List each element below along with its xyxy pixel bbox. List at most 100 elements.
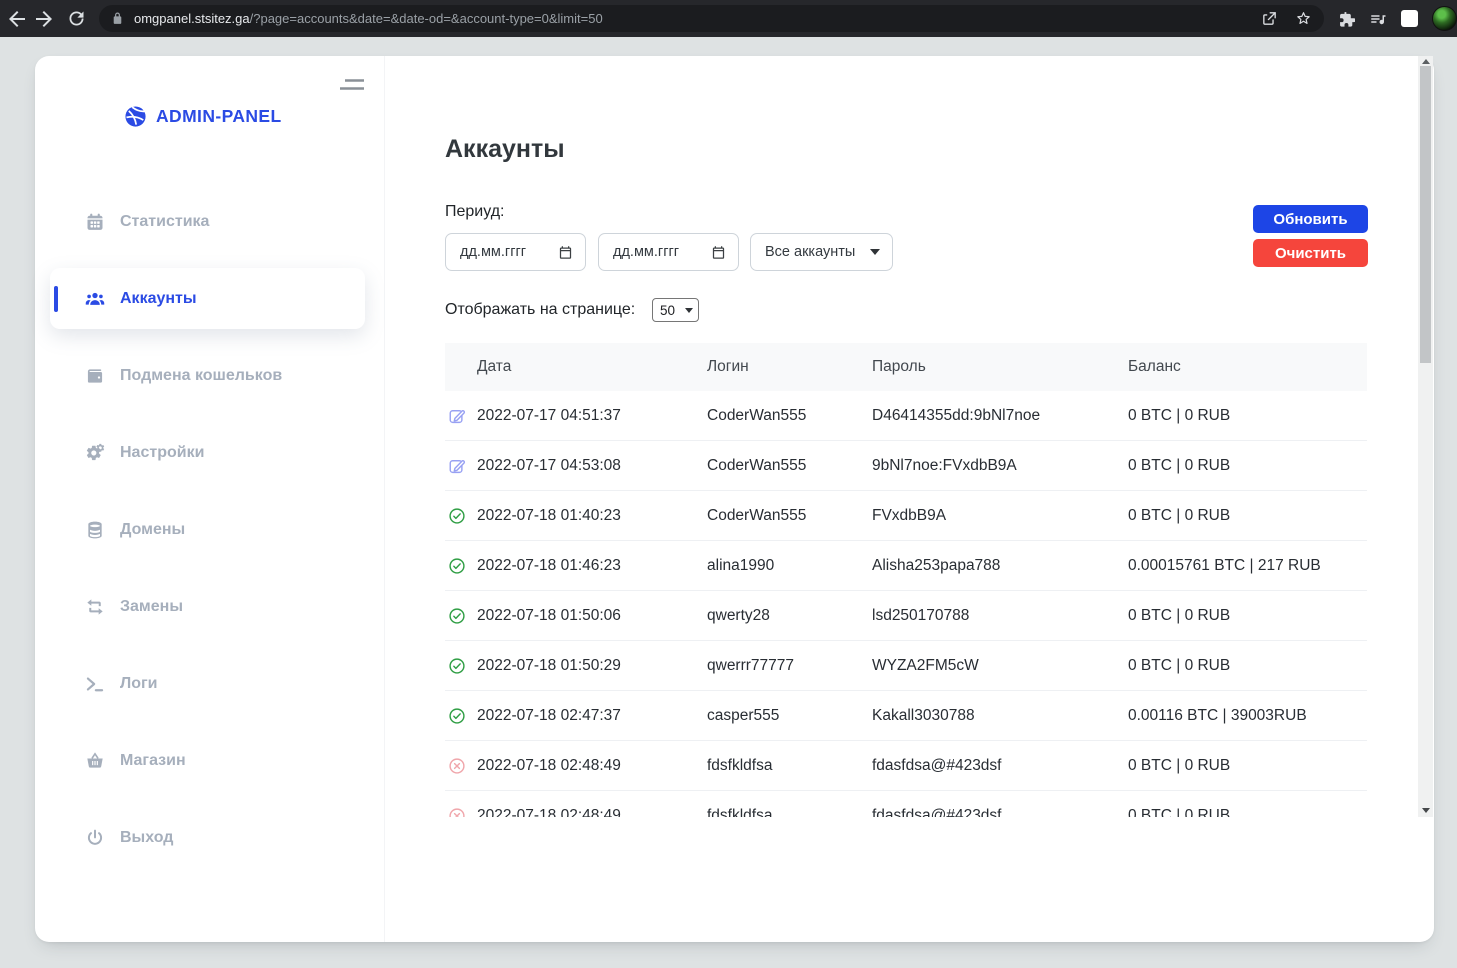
account-type-value: Все аккаунты	[765, 244, 855, 260]
sidebar-item-label: Настройки	[120, 444, 204, 462]
cell-date: 2022-07-17 04:51:37	[477, 407, 707, 425]
page-title: Аккаунты	[445, 135, 565, 164]
sidebar-item-label: Логи	[120, 675, 158, 693]
cell-date: 2022-07-18 02:47:37	[477, 707, 707, 725]
column-header: Пароль	[872, 358, 1128, 376]
cell-login: fdsfkldfsa	[707, 807, 872, 818]
calendar-picker-icon[interactable]	[558, 245, 573, 260]
extensions-puzzle-icon[interactable]	[1337, 10, 1355, 28]
scroll-up-arrow-icon[interactable]	[1422, 59, 1430, 64]
cell-login: alina1990	[707, 557, 872, 575]
cell-password: Alisha253papa788	[872, 557, 1128, 575]
check-circle-icon	[448, 657, 466, 675]
cell-balance: 0 BTC | 0 RUB	[1128, 457, 1367, 475]
back-icon[interactable]	[5, 7, 29, 31]
table-row: 2022-07-17 04:51:37 CoderWan555 D4641435…	[445, 391, 1367, 441]
cell-login: qwerty28	[707, 607, 872, 625]
basket-icon	[85, 751, 105, 771]
cell-password: lsd250170788	[872, 607, 1128, 625]
scrollbar-thumb[interactable]	[1420, 66, 1431, 363]
calendar-icon	[85, 212, 105, 232]
refresh-button[interactable]: Обновить	[1253, 205, 1368, 233]
url-bar[interactable]: omgpanel.stsitez.ga/?page=accounts&date=…	[99, 5, 1324, 32]
sidebar-item-label: Замены	[120, 598, 183, 616]
reload-icon[interactable]	[66, 8, 87, 29]
check-circle-icon	[448, 607, 466, 625]
share-icon[interactable]	[1261, 10, 1278, 27]
cell-password: WYZA2FM5cW	[872, 657, 1128, 675]
table-row: 2022-07-18 01:40:23 CoderWan555 FVxdbB9A…	[445, 491, 1367, 541]
table-header: ДатаЛогинПарольБаланс	[445, 343, 1367, 391]
cell-balance: 0.00116 BTC | 39003RUB	[1128, 707, 1367, 725]
sidebar-item-settings[interactable]: Настройки	[35, 414, 384, 491]
cell-balance: 0 BTC | 0 RUB	[1128, 757, 1367, 775]
cell-password: 9bNl7noe:FVxdbB9A	[872, 457, 1128, 475]
cell-login: CoderWan555	[707, 507, 872, 525]
cell-login: CoderWan555	[707, 457, 872, 475]
sidebar-item-label: Аккаунты	[120, 290, 197, 308]
sidebar-item-logout[interactable]: Выход	[35, 799, 384, 876]
main-content: Аккаунты Периуд: дд.мм.гггг дд.мм.гггг В…	[385, 56, 1418, 817]
forward-icon[interactable]	[32, 7, 56, 31]
brand-name: ADMIN-PANEL	[156, 106, 282, 127]
gears-icon	[85, 443, 105, 463]
cell-balance: 0 BTC | 0 RUB	[1128, 807, 1367, 818]
cell-balance: 0 BTC | 0 RUB	[1128, 607, 1367, 625]
clear-button[interactable]: Очистить	[1253, 239, 1368, 267]
power-icon	[85, 828, 105, 848]
column-header: Баланс	[1128, 358, 1367, 376]
cross-circle-icon	[448, 807, 466, 818]
per-page-select[interactable]: 50	[652, 298, 699, 322]
sidebar-item-label: Подмена кошельков	[120, 367, 282, 385]
per-page-value: 50	[660, 303, 675, 318]
cell-balance: 0 BTC | 0 RUB	[1128, 507, 1367, 525]
sidebar-item-label: Домены	[120, 521, 185, 539]
sidebar-item-logs[interactable]: Логи	[35, 645, 384, 722]
sidebar-item-replacements[interactable]: Замены	[35, 568, 384, 645]
media-playlist-icon[interactable]	[1369, 10, 1387, 28]
sidebar-item-label: Магазин	[120, 752, 186, 770]
table-row: 2022-07-18 01:46:23 alina1990 Alisha253p…	[445, 541, 1367, 591]
users-group-icon	[85, 289, 105, 309]
cell-balance: 0 BTC | 0 RUB	[1128, 407, 1367, 425]
edit-icon[interactable]	[448, 407, 466, 425]
table-row: 2022-07-17 04:53:08 CoderWan555 9bNl7noe…	[445, 441, 1367, 491]
account-type-select[interactable]: Все аккаунты	[750, 233, 893, 271]
cell-password: Kakall3030788	[872, 707, 1128, 725]
date-placeholder: дд.мм.гггг	[613, 244, 679, 260]
sidebar-item-wallet-substitution[interactable]: Подмена кошельков	[35, 337, 384, 414]
swap-arrows-icon	[85, 597, 105, 617]
scroll-down-arrow-icon[interactable]	[1422, 808, 1430, 813]
side-panel-icon[interactable]	[1401, 10, 1418, 27]
table-body: 2022-07-17 04:51:37 CoderWan555 D4641435…	[445, 391, 1367, 817]
cell-password: fdasfdsa@#423dsf	[872, 757, 1128, 775]
cell-date: 2022-07-17 04:53:08	[477, 457, 707, 475]
terminal-icon	[85, 674, 105, 694]
table-row: 2022-07-18 02:48:49 fdsfkldfsa fdasfdsa@…	[445, 741, 1367, 791]
date-placeholder: дд.мм.гггг	[460, 244, 526, 260]
database-icon	[85, 520, 105, 540]
cell-password: FVxdbB9A	[872, 507, 1128, 525]
column-header: Логин	[707, 358, 872, 376]
url-text: omgpanel.stsitez.ga/?page=accounts&date=…	[134, 11, 603, 26]
profile-avatar[interactable]	[1432, 6, 1457, 31]
sidebar-item-shop[interactable]: Магазин	[35, 722, 384, 799]
sidebar-item-domains[interactable]: Домены	[35, 491, 384, 568]
date-from-input[interactable]: дд.мм.гггг	[445, 233, 586, 271]
lock-icon[interactable]	[111, 12, 124, 25]
period-label: Периуд:	[445, 203, 504, 221]
edit-icon[interactable]	[448, 457, 466, 475]
date-to-input[interactable]: дд.мм.гггг	[598, 233, 739, 271]
brand: ADMIN-PANEL	[124, 105, 282, 128]
sidebar-item-statistics[interactable]: Статистика	[35, 183, 384, 260]
bookmark-star-icon[interactable]	[1295, 10, 1312, 27]
url-host: omgpanel.stsitez.ga	[134, 11, 250, 26]
cell-password: D46414355dd:9bNl7noe	[872, 407, 1128, 425]
table-row: 2022-07-18 02:47:37 casper555 Kakall3030…	[445, 691, 1367, 741]
cell-date: 2022-07-18 01:50:29	[477, 657, 707, 675]
sidebar-toggle-icon[interactable]	[338, 76, 366, 94]
calendar-picker-icon[interactable]	[711, 245, 726, 260]
sidebar-item-accounts[interactable]: Аккаунты	[50, 268, 365, 329]
cell-balance: 0.00015761 BTC | 217 RUB	[1128, 557, 1367, 575]
scrollbar[interactable]	[1418, 56, 1433, 817]
